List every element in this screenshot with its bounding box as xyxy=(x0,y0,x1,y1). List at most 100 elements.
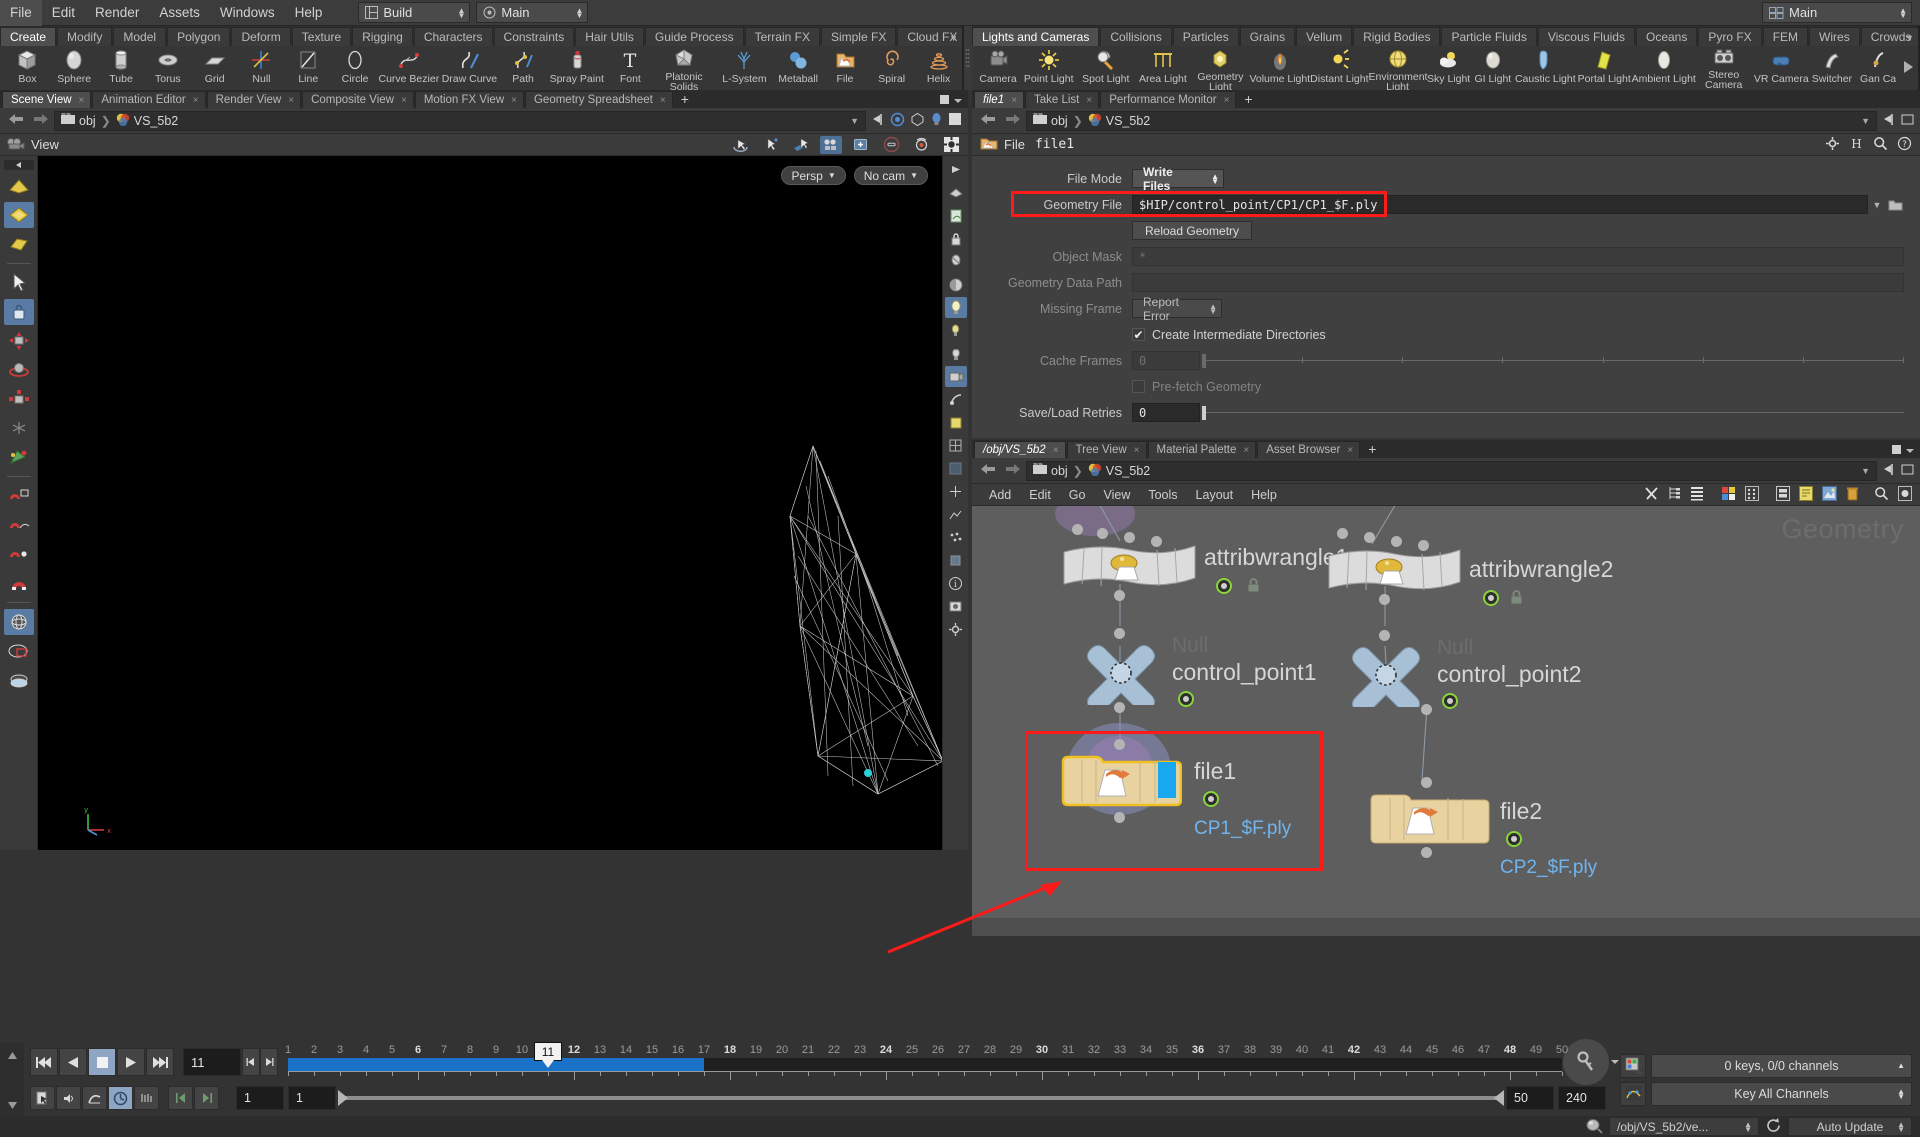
view-shading-smooth-icon[interactable] xyxy=(4,173,34,199)
prefetch-geometry-toggle[interactable]: Pre-fetch Geometry xyxy=(1132,380,1261,394)
hierarchy-icon[interactable] xyxy=(1668,486,1681,504)
pose-tool-icon[interactable] xyxy=(4,415,34,441)
target-view-icon[interactable] xyxy=(890,112,905,130)
back-icon[interactable] xyxy=(6,112,26,130)
crop-view-icon[interactable] xyxy=(4,638,34,664)
shelf-tab-characters[interactable]: Characters xyxy=(413,27,493,46)
lock-view-icon[interactable] xyxy=(945,228,967,249)
shelf-tab-lights-and-cameras[interactable]: Lights and Cameras xyxy=(971,27,1100,46)
desktop-selector[interactable]: Main ▲ ▼ xyxy=(476,2,589,23)
gear-icon[interactable] xyxy=(940,136,962,154)
geometry-data-path-input[interactable] xyxy=(1132,273,1904,292)
jump-to-start-button[interactable] xyxy=(30,1048,58,1076)
viewport-canvas[interactable]: Persp ▼ No cam ▼ 高亮 y x xyxy=(38,156,942,850)
handle-lock-icon[interactable] xyxy=(3,299,34,325)
close-icon[interactable]: × xyxy=(511,92,517,109)
select-rotate-icon[interactable] xyxy=(730,136,752,154)
viewport[interactable]: Persp ▼ No cam ▼ 高亮 y x xyxy=(0,156,968,850)
node-input-dot[interactable] xyxy=(1072,524,1083,535)
parameter-editor-path-field[interactable]: obj ❯ VS_5b2 ▼ xyxy=(1026,110,1877,131)
sticky-note-icon[interactable] xyxy=(945,412,967,433)
tab-obj-vs5b2[interactable]: /obj/VS_5b2 × xyxy=(974,441,1066,458)
shelf-tab-terrain-fx[interactable]: Terrain FX xyxy=(744,27,820,46)
breadcrumb-vs5b2[interactable]: VS_5b2 xyxy=(116,113,178,129)
chevron-updown-icon[interactable]: ▲ ▼ xyxy=(1744,1120,1752,1133)
next-key-button[interactable] xyxy=(194,1086,219,1110)
shelf-tool-distant-light[interactable]: Distant Light xyxy=(1310,46,1369,90)
set-key-button[interactable] xyxy=(1563,1039,1609,1085)
close-icon[interactable]: × xyxy=(1011,92,1017,109)
search-icon[interactable] xyxy=(1874,486,1889,504)
node-input-dot[interactable] xyxy=(1337,528,1348,539)
shelf-tab-rigid-bodies[interactable]: Rigid Bodies xyxy=(1353,27,1441,46)
tab-material-palette[interactable]: Material Palette × xyxy=(1147,441,1257,459)
shelf-tool-geometry-light[interactable]: Geometry Light xyxy=(1191,46,1249,90)
shelf-tab-constraints[interactable]: Constraints xyxy=(493,27,575,46)
node-output-dot[interactable] xyxy=(1421,847,1432,858)
display-flag-icon[interactable] xyxy=(1178,691,1194,707)
desktop-spinner-icon[interactable]: ▲ ▼ xyxy=(575,6,583,19)
set-key-menu-icon[interactable] xyxy=(1611,1060,1619,1064)
animation-curve-icon[interactable] xyxy=(1620,1081,1646,1106)
select-handle-icon[interactable] xyxy=(790,136,812,154)
menu-edit[interactable]: Edit xyxy=(42,0,85,26)
geometry-display-icon[interactable] xyxy=(910,112,925,130)
back-icon[interactable] xyxy=(978,462,998,480)
tab-motion-fx-view[interactable]: Motion FX View × xyxy=(414,91,524,109)
display-flag-icon[interactable] xyxy=(1442,693,1458,709)
shelf-tab-polygon[interactable]: Polygon xyxy=(167,27,231,46)
play-reverse-button[interactable] xyxy=(59,1048,87,1076)
forward-icon[interactable] xyxy=(1002,462,1022,480)
jump-to-end-button[interactable] xyxy=(146,1048,174,1076)
object-mask-input[interactable]: * xyxy=(1132,247,1904,266)
shelf-tab-particle-fluids[interactable]: Particle Fluids xyxy=(1441,27,1537,46)
path-dropdown-icon[interactable]: ▼ xyxy=(1861,116,1870,126)
material-display-icon[interactable] xyxy=(945,274,967,295)
network-menu-add[interactable]: Add xyxy=(980,484,1020,506)
shelf-tool-metaball[interactable]: Metaball xyxy=(775,46,822,90)
shelf-tab-viscous-fluids[interactable]: Viscous Fluids xyxy=(1537,27,1635,46)
lock-icon[interactable] xyxy=(1246,578,1261,593)
light-display-icon[interactable] xyxy=(930,112,943,130)
playbar-curve-button[interactable] xyxy=(82,1086,107,1110)
network-menu-help[interactable]: Help xyxy=(1242,484,1286,506)
tab-take-list[interactable]: Take List × xyxy=(1024,91,1100,108)
network-menu-tools[interactable]: Tools xyxy=(1139,484,1186,506)
file-mode-dropdown[interactable]: Write Files ▲ ▼ xyxy=(1132,165,1224,193)
breadcrumb-vs5b2[interactable]: VS_5b2 xyxy=(1088,113,1150,129)
cook-indicator-icon[interactable] xyxy=(1585,1117,1603,1137)
shelf-tool-switcher[interactable]: Switcher xyxy=(1810,46,1854,90)
shelf-tool-ambient-light[interactable]: Ambient Light xyxy=(1632,46,1696,90)
shelf-tool-null[interactable]: Null xyxy=(238,46,285,90)
particle-display-icon[interactable] xyxy=(945,527,967,548)
back-icon[interactable] xyxy=(978,112,998,130)
chevron-updown-icon[interactable]: ▲ ▼ xyxy=(1897,1120,1905,1133)
network-menu-edit[interactable]: Edit xyxy=(1020,484,1060,506)
timeline-ruler[interactable]: 1234567891011121314151617181920212223242… xyxy=(285,1042,1568,1080)
tab-scene-view[interactable]: Scene View × xyxy=(2,91,92,108)
shelf-tool-gi-light[interactable]: GI Light xyxy=(1471,46,1515,90)
audio-button[interactable] xyxy=(56,1086,81,1110)
close-icon[interactable]: × xyxy=(1243,442,1249,459)
range-slider-left-handle[interactable] xyxy=(338,1090,348,1106)
select-points-icon[interactable] xyxy=(760,136,782,154)
shelf-left-overflow-icon[interactable]: ▼ xyxy=(949,33,958,43)
display-geometry-icon[interactable] xyxy=(945,182,967,203)
play-button[interactable] xyxy=(117,1048,145,1076)
camera-display-icon[interactable] xyxy=(944,366,967,387)
shelf-tab-oceans[interactable]: Oceans xyxy=(1635,27,1698,46)
scene-view-path-field[interactable]: obj ❯ VS_5b2 ▼ xyxy=(54,110,866,131)
shelf-tool-grid[interactable]: Grid xyxy=(191,46,238,90)
node-input-dot[interactable] xyxy=(1114,628,1125,639)
snap-point-icon[interactable] xyxy=(4,541,34,567)
shelf-tab-simple-fx[interactable]: Simple FX xyxy=(820,27,897,46)
keys-expand-icon[interactable]: ▲ xyxy=(1897,1062,1905,1070)
tab-geometry-spreadsheet[interactable]: Geometry Spreadsheet × xyxy=(524,91,673,108)
parameter-editor-add-tab-button[interactable]: + xyxy=(1237,91,1259,108)
volume-display-icon[interactable] xyxy=(945,550,967,571)
help-icon[interactable]: ? xyxy=(1897,136,1912,154)
select-mode-button[interactable] xyxy=(30,1086,55,1110)
shelf-tool-l-system[interactable]: L-System xyxy=(714,46,774,90)
menu-render[interactable]: Render xyxy=(85,0,149,26)
display-flag-icon[interactable] xyxy=(1203,791,1219,807)
